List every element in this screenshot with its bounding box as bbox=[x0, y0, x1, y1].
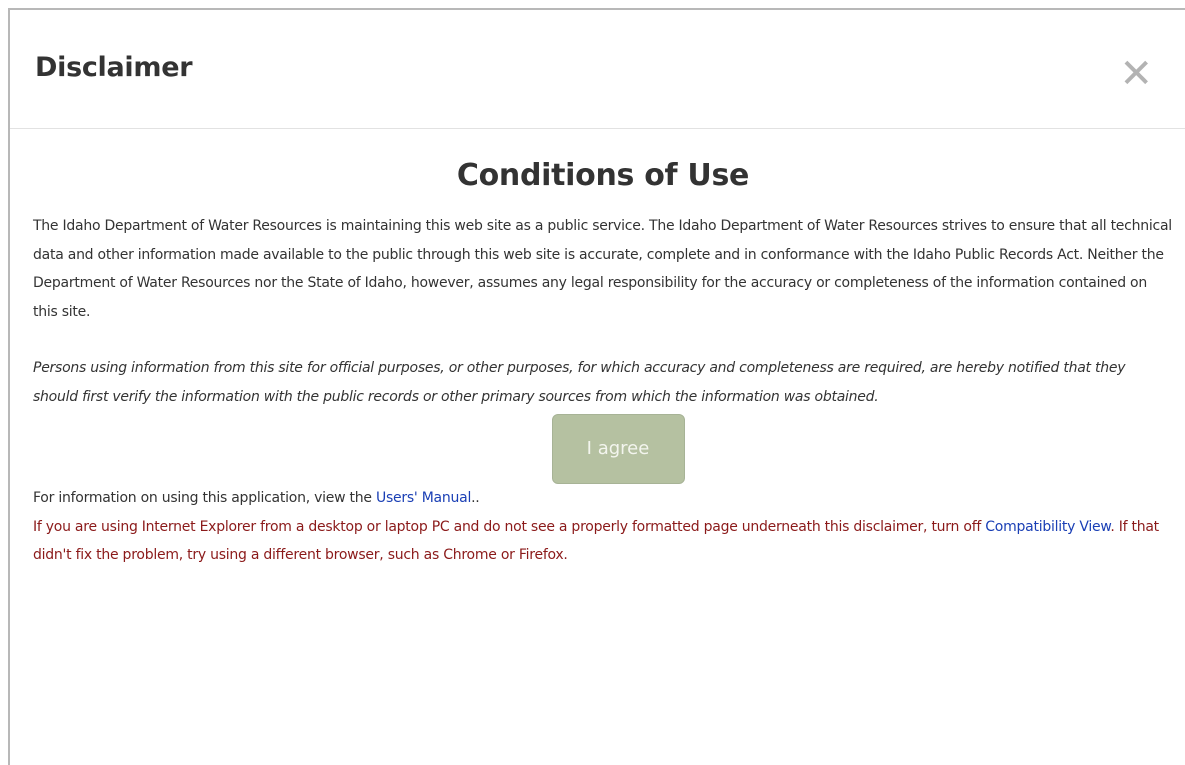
disclaimer-modal: Disclaimer ✕ Conditions of Use The Idaho… bbox=[8, 8, 1185, 765]
agree-button-container: I agree bbox=[33, 411, 1173, 484]
warning-prefix: If you are using Internet Explorer from … bbox=[33, 518, 986, 535]
close-icon[interactable]: ✕ bbox=[1119, 54, 1153, 94]
manual-info-line: For information on using this applicatio… bbox=[33, 484, 1173, 513]
modal-body: Conditions of Use The Idaho Department o… bbox=[33, 150, 1173, 570]
users-manual-link[interactable]: Users' Manual bbox=[376, 490, 471, 506]
conditions-heading: Conditions of Use bbox=[456, 158, 750, 193]
agree-button[interactable]: I agree bbox=[551, 414, 685, 484]
modal-header: Disclaimer ✕ bbox=[10, 10, 1185, 129]
manual-info-suffix: .. bbox=[471, 490, 480, 506]
disclaimer-paragraph: The Idaho Department of Water Resources … bbox=[33, 218, 1172, 320]
manual-info-prefix: For information on using this applicatio… bbox=[33, 490, 376, 506]
ie-compatibility-warning: If you are using Internet Explorer from … bbox=[33, 513, 1173, 570]
verification-notice: Persons using information from this site… bbox=[33, 360, 1126, 405]
compatibility-view-link[interactable]: Compatibility View bbox=[985, 519, 1110, 535]
modal-title: Disclaimer bbox=[35, 52, 193, 83]
